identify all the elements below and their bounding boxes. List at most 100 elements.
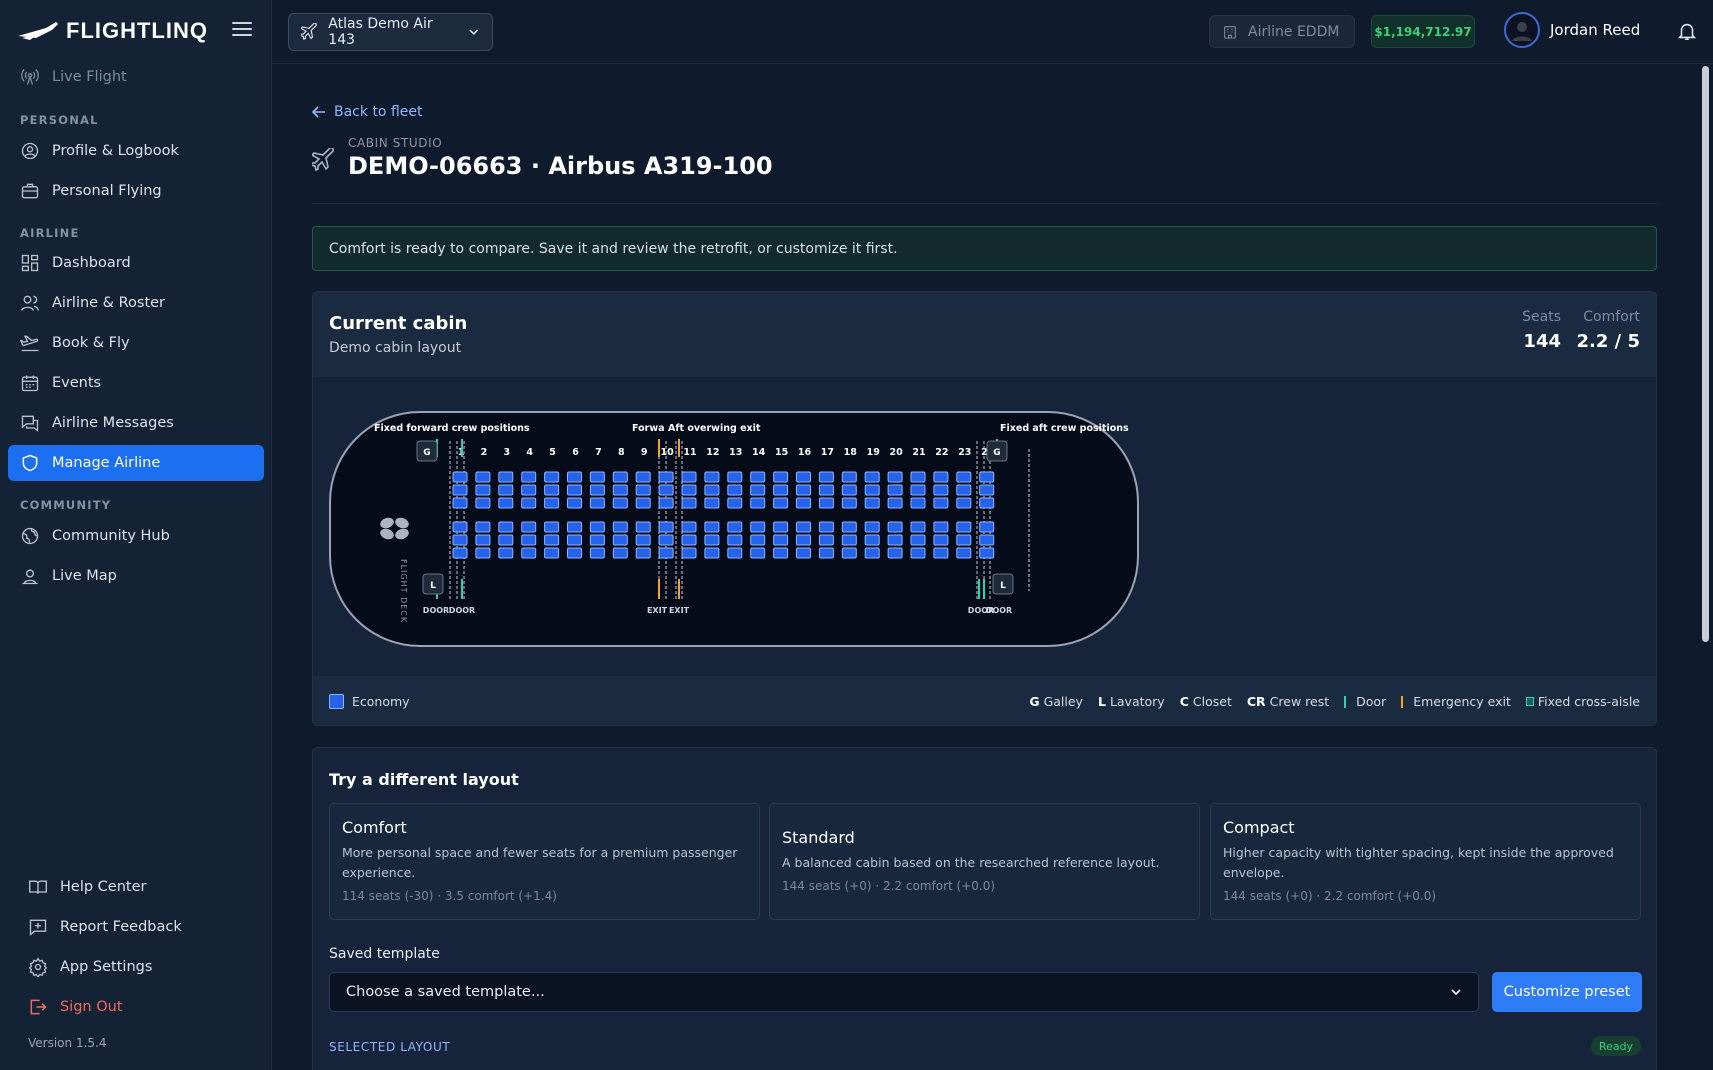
flight-deck-label: FLIGHT DECK [399, 559, 408, 623]
scrollbar-thumb[interactable] [1702, 66, 1709, 642]
sidebar-item-book-fly[interactable]: Book & Fly [8, 325, 264, 361]
seat [521, 471, 537, 483]
sidebar-item-live-flight[interactable]: Live Flight [8, 59, 264, 95]
legend-galley-label: Galley [1043, 694, 1083, 709]
option-description: A balanced cabin based on the researched… [782, 855, 1160, 870]
brand-logo[interactable]: FLIGHTLINQ [16, 18, 208, 44]
seat [567, 497, 582, 509]
option-name: Standard [782, 828, 855, 847]
seat [933, 484, 949, 496]
row-label: 16 [798, 447, 812, 458]
saved-template-value: Choose a saved template... [346, 984, 545, 1000]
seat [475, 547, 491, 559]
seat [773, 521, 789, 533]
seat [864, 521, 880, 533]
seat [956, 471, 972, 483]
section-personal: PERSONAL [20, 113, 99, 127]
shield-icon [22, 454, 38, 472]
option-name: Comfort [342, 818, 407, 837]
seat [635, 521, 651, 533]
seat [773, 471, 789, 483]
sidebar-item-roster[interactable]: Airline & Roster [8, 285, 264, 321]
customize-preset-button[interactable]: Customize preset [1492, 972, 1642, 1012]
seat [589, 471, 605, 483]
seat [658, 497, 674, 509]
sidebar-item-sign-out[interactable]: Sign Out [8, 989, 264, 1025]
comfort-value: 2.2 / 5 [1576, 331, 1640, 352]
sidebar-item-feedback[interactable]: Report Feedback [8, 909, 264, 945]
seat [796, 534, 811, 546]
economy-swatch [329, 694, 344, 709]
seat [681, 484, 697, 496]
sidebar-item-profile[interactable]: Profile & Logbook [8, 133, 264, 169]
seat [498, 521, 514, 533]
legend-economy: Economy [352, 694, 410, 709]
seat [773, 484, 789, 496]
seat [841, 471, 857, 483]
sidebar-item-help[interactable]: Help Center [8, 869, 264, 905]
sidebar-item-live-map[interactable]: Live Map [8, 558, 264, 594]
seat [887, 497, 903, 509]
building-icon [1224, 25, 1236, 39]
row-label: 2 [481, 447, 488, 458]
sidebar-item-label: Airline & Roster [52, 295, 166, 311]
sidebar-item-label: Events [52, 375, 102, 391]
chevron-down-icon [469, 29, 479, 36]
user-name: Jordan Reed [1550, 21, 1641, 39]
seat [956, 497, 972, 509]
seat [704, 521, 720, 533]
sidebar-item-manage-airline[interactable]: Manage Airline [8, 445, 264, 481]
sign-out-icon [30, 999, 47, 1015]
bell-icon[interactable] [1676, 19, 1698, 43]
sidebar-item-dashboard[interactable]: Dashboard [8, 245, 264, 281]
seat [841, 484, 857, 496]
legend-crew-rest-label: Crew rest [1269, 694, 1330, 709]
airline-base-badge[interactable]: Airline EDDM [1209, 15, 1355, 48]
sidebar-item-events[interactable]: Events [8, 365, 264, 401]
row-label: 20 [889, 447, 903, 458]
seat [452, 521, 468, 533]
back-to-fleet-link[interactable]: Back to fleet [312, 104, 422, 120]
seat [727, 497, 743, 509]
seat [841, 521, 857, 533]
user-circle-icon [21, 142, 39, 160]
layout-option-compact[interactable]: Compact Higher capacity with tighter spa… [1210, 803, 1641, 920]
seat [956, 521, 972, 533]
saved-template-select[interactable]: Choose a saved template... [329, 972, 1479, 1012]
seat [635, 471, 651, 483]
avatar [1504, 12, 1540, 48]
seat [612, 484, 628, 496]
balance-badge[interactable]: $1,194,712.97 [1371, 15, 1475, 48]
seat [658, 521, 674, 533]
seat [635, 547, 651, 559]
seat [704, 497, 720, 509]
row-label: 14 [752, 447, 766, 458]
seat [887, 534, 903, 546]
seat [681, 497, 697, 509]
menu-toggle-icon[interactable] [232, 20, 252, 38]
lavatory-label: L [430, 581, 436, 591]
card-subtitle: Demo cabin layout [329, 340, 462, 356]
seat [818, 534, 834, 546]
layout-option-standard[interactable]: Standard A balanced cabin based on the r… [769, 803, 1200, 920]
seat [864, 497, 880, 509]
row-label: 19 [867, 447, 880, 458]
sidebar-item-label: Live Map [52, 568, 117, 584]
seat [704, 471, 720, 483]
aircraft-selector[interactable]: Atlas Demo Air 143 [288, 13, 493, 51]
seat [864, 547, 880, 559]
layout-option-comfort[interactable]: Comfort More personal space and fewer se… [329, 803, 760, 920]
sidebar-item-personal-flying[interactable]: Personal Flying [8, 173, 264, 209]
seat [933, 471, 949, 483]
seat [727, 521, 743, 533]
sidebar-item-community-hub[interactable]: Community Hub [8, 518, 264, 554]
seat [452, 471, 468, 483]
seat [567, 484, 582, 496]
sidebar-item-messages[interactable]: Airline Messages [8, 405, 264, 441]
seat [773, 497, 789, 509]
seat [658, 547, 674, 559]
seat [681, 471, 697, 483]
user-menu[interactable]: Jordan Reed [1504, 12, 1640, 48]
sidebar-item-settings[interactable]: App Settings [8, 949, 264, 985]
legend-closet: C Closet [1180, 694, 1232, 709]
